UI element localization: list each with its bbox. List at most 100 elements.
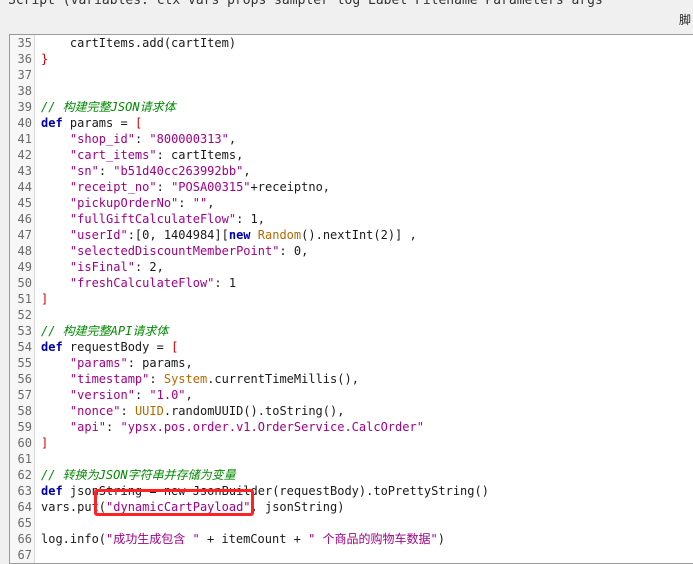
- code-line[interactable]: 48 "selectedDiscountMemberPoint": 0,: [10, 243, 693, 259]
- line-number: 43: [17, 164, 32, 178]
- code-line[interactable]: 49 "isFinal": 2,: [10, 259, 693, 275]
- script-editor[interactable]: 35 cartItems.add(cartItem) 36} 37 38 39// 构建…: [9, 34, 693, 564]
- code-token: }: [41, 52, 49, 66]
- line-number: 59: [17, 420, 32, 434]
- code-token: : 1,: [236, 212, 265, 226]
- line-number: 67: [17, 548, 32, 562]
- code-line[interactable]: 53 // 构建完整API请求体: [10, 323, 693, 339]
- code-text: "cart_items": cartItems,: [41, 147, 243, 163]
- line-number: 62: [17, 468, 32, 482]
- code-line[interactable]: 44 "receipt_no": "POSA00315"+receiptno,: [10, 179, 693, 195]
- code-text: "version": "1.0",: [41, 387, 193, 403]
- highlight-annotation-box: [94, 489, 254, 516]
- code-text: "selectedDiscountMemberPoint": 0,: [41, 243, 308, 259]
- line-number: 64: [17, 500, 32, 514]
- code-token: : 0,: [279, 244, 309, 258]
- code-line[interactable]: 62 // 转换为JSON字符串并存储为变量: [10, 467, 693, 483]
- code-token: "nonce": [69, 404, 121, 418]
- code-line[interactable]: 58 "nonce": UUID.randomUUID().toString()…: [10, 403, 693, 419]
- code-token: "": [192, 196, 208, 210]
- code-token: : cartItems,: [156, 148, 244, 162]
- code-text: // 构建完整API请求体: [41, 323, 168, 339]
- code-token: :[0, 1404984][: [127, 228, 229, 242]
- code-line[interactable]: 66 log.info("成功生成包含 " + itemCount + " 个商品…: [10, 531, 693, 547]
- code-line[interactable]: 51]: [10, 291, 693, 307]
- code-token: "sn": [69, 164, 99, 178]
- line-number: 47: [17, 228, 32, 242]
- code-line[interactable]: 36}: [10, 51, 693, 67]
- code-line[interactable]: 41 "shop_id": "800000313",: [10, 131, 693, 147]
- code-token: // 转换为JSON字符串并存储为变量: [41, 468, 236, 482]
- line-number: 54: [17, 340, 32, 354]
- script-variables-hint: Script (variables: ctx vars props sample…: [8, 0, 603, 8]
- code-line[interactable]: 50 "freshCalculateFlow": 1: [10, 275, 693, 291]
- code-line[interactable]: 45 "pickupOrderNo": "",: [10, 195, 693, 211]
- code-line[interactable]: 40 def params = [: [10, 115, 693, 131]
- code-text: def requestBody = [: [41, 339, 178, 355]
- code-token: "params": [69, 356, 128, 370]
- code-line[interactable]: 37: [10, 67, 693, 83]
- code-line[interactable]: 65: [10, 515, 693, 531]
- code-token: "cart_items": [69, 148, 157, 162]
- line-number: 39: [17, 100, 32, 114]
- code-token: :: [98, 164, 114, 178]
- code-token: UUID: [134, 404, 164, 418]
- code-line[interactable]: 39 // 构建完整JSON请求体: [10, 99, 693, 115]
- code-line[interactable]: 38: [10, 83, 693, 99]
- code-line[interactable]: 43 "sn": "b51d40cc263992bb",: [10, 163, 693, 179]
- code-text: "pickupOrderNo": "",: [41, 195, 215, 211]
- code-line[interactable]: 55 "params": params,: [10, 355, 693, 371]
- code-text: // 转换为JSON字符串并存储为变量: [41, 467, 236, 483]
- code-token: "freshCalculateFlow": [69, 276, 215, 290]
- line-number: 50: [17, 276, 32, 290]
- line-number: 45: [17, 196, 32, 210]
- code-line[interactable]: 42 "cart_items": cartItems,: [10, 147, 693, 163]
- line-number: 42: [17, 148, 32, 162]
- code-token: Random: [257, 228, 302, 242]
- code-line[interactable]: 47 "userId":[0, 1404984][new Random().ne…: [10, 227, 693, 243]
- code-token: "shop_id": [69, 132, 135, 146]
- code-token: ().nextInt(2)] ,: [301, 228, 417, 242]
- code-token: :: [178, 196, 193, 210]
- code-token: [: [134, 116, 143, 130]
- code-token: ,: [185, 388, 193, 402]
- code-token: "timestamp": [69, 372, 150, 386]
- code-line[interactable]: 61: [10, 451, 693, 467]
- code-token: +receiptno,: [250, 180, 331, 194]
- code-text: "nonce": UUID.randomUUID().toString(),: [41, 403, 345, 419]
- code-token: "selectedDiscountMemberPoint": [69, 244, 280, 258]
- code-line[interactable]: 35 cartItems.add(cartItem): [10, 35, 693, 51]
- code-line[interactable]: 67: [10, 547, 693, 563]
- code-line[interactable]: 52: [10, 307, 693, 323]
- code-line[interactable]: 60]: [10, 435, 693, 451]
- line-number: 58: [17, 404, 32, 418]
- code-token: [: [171, 340, 179, 354]
- code-token: ): [437, 532, 446, 546]
- code-line[interactable]: 56 "timestamp": System.currentTimeMillis…: [10, 371, 693, 387]
- code-line[interactable]: 54 def requestBody = [: [10, 339, 693, 355]
- line-number: 61: [17, 452, 32, 466]
- line-number: 48: [17, 244, 32, 258]
- code-text: "freshCalculateFlow": 1: [41, 275, 236, 291]
- script-hint-suffix: 脚: [678, 13, 691, 27]
- code-token: def: [41, 116, 63, 130]
- code-line[interactable]: 46 "fullGiftCalculateFlow": 1,: [10, 211, 693, 227]
- code-line[interactable]: 57 "version": "1.0",: [10, 387, 693, 403]
- code-token: ,: [228, 132, 237, 146]
- line-number: 53: [17, 324, 32, 338]
- code-line[interactable]: 59 "api": "ypsx.pos.order.v1.OrderServic…: [10, 419, 693, 435]
- line-number: 41: [17, 132, 32, 146]
- line-number: 55: [17, 356, 32, 370]
- code-token: : 2,: [134, 260, 164, 274]
- line-number: 46: [17, 212, 32, 226]
